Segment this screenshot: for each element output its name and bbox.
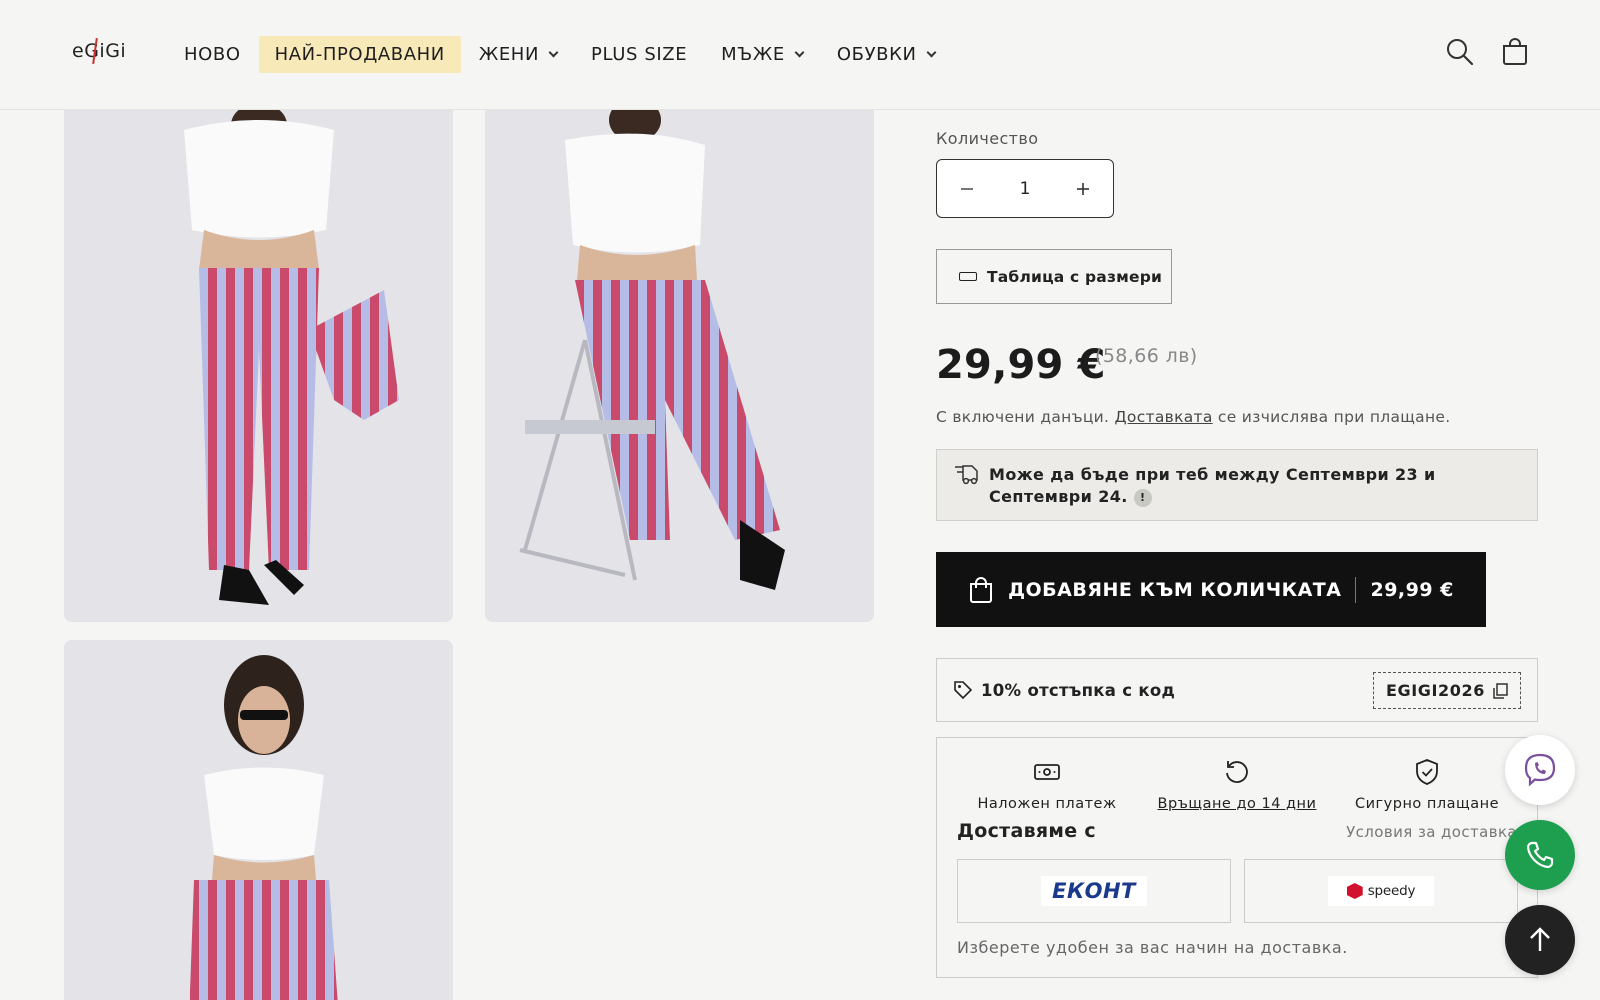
feature-returns[interactable]: Връщане до 14 дни — [1137, 758, 1337, 812]
delivery-estimate-line2: Септември 24. — [989, 487, 1128, 506]
logo[interactable]: eGiGi — [72, 37, 127, 65]
product-price: 29,99 € — [936, 342, 1106, 388]
product-price-bgn: (58,66 лв) — [1095, 345, 1198, 367]
product-image-1[interactable] — [64, 100, 453, 622]
delivery-estimate: Може да бъде при теб между Септември 23 … — [936, 449, 1538, 521]
nav-item-label: МЪЖЕ — [721, 44, 785, 65]
nav-item-men[interactable]: МЪЖЕ — [705, 36, 819, 73]
promo-code: EGIGI2026 — [1385, 681, 1485, 700]
tax-note: С включени данъци. Доставката се изчисля… — [936, 408, 1450, 426]
phone-button[interactable] — [1505, 820, 1575, 890]
shipping-note: Изберете удобен за вас начин на доставка… — [957, 938, 1348, 957]
size-chart-label: Таблица с размери — [987, 267, 1163, 286]
logo-text: eGiGi — [72, 40, 127, 62]
tax-note-prefix: С включени данъци. — [936, 408, 1115, 426]
arrow-up-icon — [1526, 926, 1554, 954]
viber-icon — [1521, 751, 1559, 789]
nav-item-label: ЖЕНИ — [478, 44, 540, 65]
carrier-speedy[interactable]: speedy — [1244, 859, 1518, 923]
nav-item-label: ОБУВКИ — [836, 44, 917, 65]
speedy-cube-icon — [1346, 883, 1363, 899]
quantity-input[interactable]: 1 — [1020, 179, 1031, 199]
feature-cash-on-delivery: Наложен платеж — [947, 758, 1147, 812]
ruler-icon — [959, 272, 977, 281]
product-image-2[interactable] — [485, 100, 874, 622]
info-badge[interactable]: ! — [1133, 489, 1152, 507]
feature-label: Връщане до 14 дни — [1157, 796, 1317, 812]
viber-button[interactable] — [1505, 735, 1575, 805]
size-chart-button[interactable]: Таблица с размери — [936, 249, 1172, 304]
copy-icon — [1493, 682, 1508, 699]
promo-code-copy[interactable]: EGIGI2026 — [1372, 672, 1521, 709]
add-to-cart-button[interactable]: ДОБАВЯНЕ КЪМ КОЛИЧКАТА 29,99 € — [936, 552, 1486, 627]
nav-item-women[interactable]: ЖЕНИ — [463, 36, 573, 73]
divider — [1355, 576, 1357, 603]
promo-banner: 10% отстъпка с код EGIGI2026 — [936, 658, 1538, 722]
search-icon[interactable] — [1444, 36, 1476, 68]
cart-icon[interactable] — [1499, 36, 1531, 68]
feature-secure-payment: Сигурно плащане — [1327, 758, 1527, 812]
main-nav: НОВО НАЙ-ПРОДАВАНИ ЖЕНИ PLUS SIZE МЪЖЕ О… — [168, 36, 953, 73]
shipping-conditions-link[interactable]: Условия за доставка — [1346, 823, 1517, 841]
nav-item-label: НОВО — [184, 44, 241, 65]
add-to-cart-price: 29,99 € — [1370, 578, 1454, 601]
feature-label: Сигурно плащане — [1355, 796, 1499, 812]
econt-logo: ЕКОНТ — [1041, 876, 1147, 906]
carrier-econt[interactable]: ЕКОНТ — [957, 859, 1231, 923]
features-box: Наложен платеж Връщане до 14 дни Сигурно… — [936, 737, 1538, 978]
chevron-down-icon — [926, 47, 936, 58]
chevron-down-icon — [548, 47, 559, 58]
cash-icon — [947, 758, 1147, 786]
nav-item-new[interactable]: НОВО — [168, 36, 257, 73]
nav-item-label: НАЙ-ПРОДАВАНИ — [274, 44, 445, 65]
tax-note-suffix: се изчислява при плащане. — [1212, 408, 1451, 426]
speedy-logo-text: speedy — [1367, 883, 1416, 899]
promo-label: 10% отстъпка с код — [981, 680, 1176, 700]
shopping-bag-icon — [968, 576, 994, 604]
feature-label: Наложен платеж — [977, 796, 1117, 812]
nav-item-label: PLUS SIZE — [591, 44, 688, 65]
quantity-decrease-button[interactable] — [953, 175, 981, 203]
shipping-link[interactable]: Доставката — [1115, 408, 1213, 426]
chevron-down-icon — [794, 47, 805, 58]
quantity-stepper: 1 — [936, 159, 1114, 218]
quantity-label: Количество — [936, 129, 1039, 148]
nav-item-plus-size[interactable]: PLUS SIZE — [575, 36, 703, 73]
shield-check-icon — [1327, 758, 1527, 786]
nav-item-shoes[interactable]: ОБУВКИ — [821, 36, 951, 73]
delivery-estimate-line1: Може да бъде при теб между Септември 23 … — [989, 465, 1436, 484]
phone-icon — [1524, 839, 1556, 871]
quantity-increase-button[interactable] — [1069, 175, 1097, 203]
product-image-3[interactable] — [64, 640, 453, 1000]
add-to-cart-label: ДОБАВЯНЕ КЪМ КОЛИЧКАТА — [1008, 578, 1342, 601]
scroll-to-top-button[interactable] — [1505, 905, 1575, 975]
tag-icon — [953, 680, 973, 700]
nav-item-bestsellers[interactable]: НАЙ-ПРОДАВАНИ — [258, 36, 461, 73]
site-header: eGiGi НОВО НАЙ-ПРОДАВАНИ ЖЕНИ PLUS SIZE … — [0, 0, 1600, 110]
speedy-logo: speedy — [1328, 876, 1434, 906]
shipping-title: Доставяме с — [957, 820, 1096, 842]
return-icon — [1137, 758, 1337, 786]
fast-delivery-icon — [955, 464, 979, 490]
